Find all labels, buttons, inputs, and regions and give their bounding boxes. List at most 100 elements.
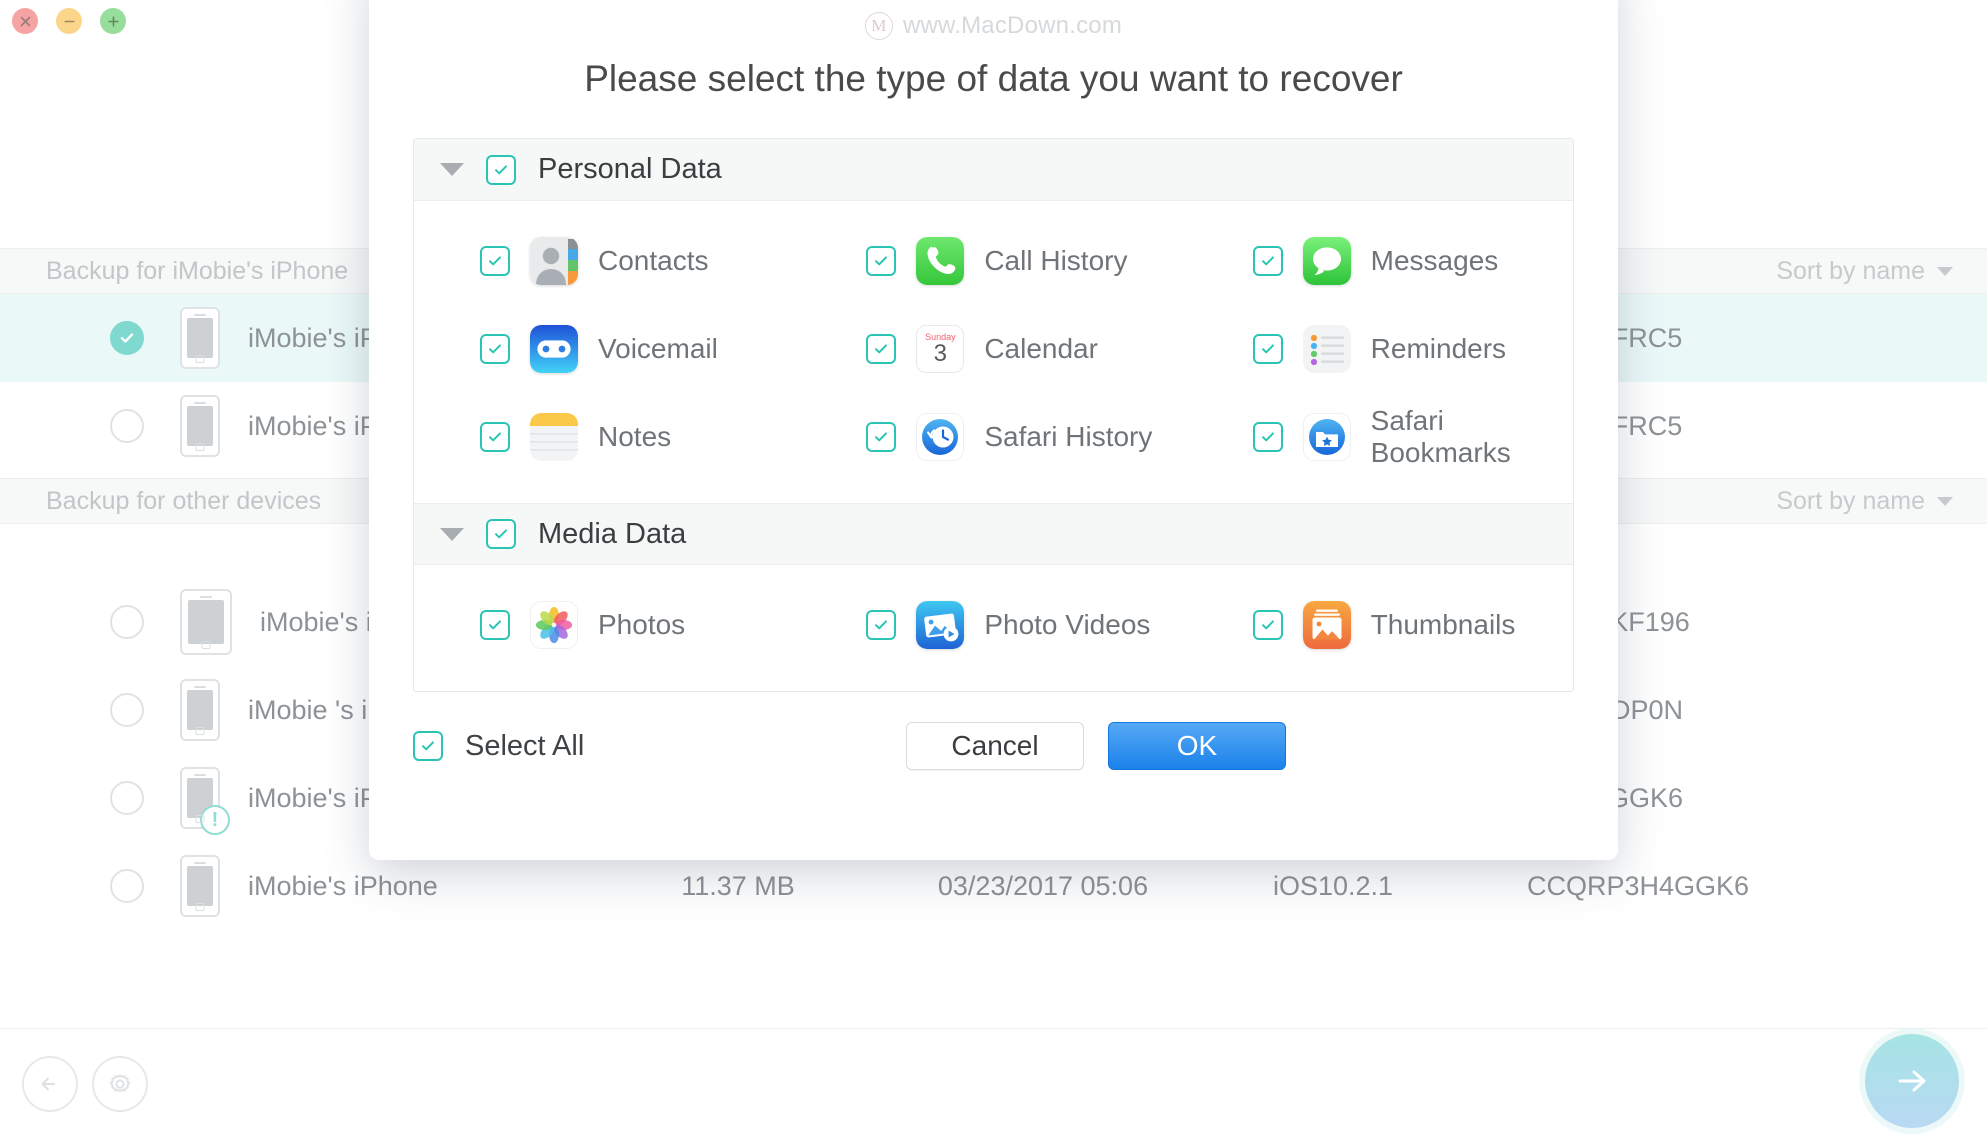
item-label: Photo Videos (984, 609, 1151, 640)
calendar-day: 3 (933, 340, 947, 367)
checkbox-contacts[interactable] (480, 246, 510, 276)
recover-data-type-dialog: M www.MacDown.com Please select the type… (369, 0, 1618, 860)
backup-date: 03/23/2017 05:06 (937, 870, 1149, 901)
group-title: Backup for iMobie's iPhone (46, 256, 349, 285)
calendar-icon: Sunday 3 (916, 325, 965, 373)
checkbox-messages[interactable] (1252, 246, 1283, 276)
row-select-radio[interactable] (110, 693, 144, 727)
item-label: Thumbnails (1370, 609, 1516, 640)
item-label: Call History (984, 245, 1128, 276)
checkbox-notes[interactable] (480, 422, 510, 452)
section-header-personal-data[interactable]: Personal Data (414, 139, 1573, 201)
row-select-radio[interactable] (110, 781, 144, 815)
warning-badge-icon: ! (200, 805, 230, 835)
section-header-media-data[interactable]: Media Data (414, 503, 1573, 565)
item-reminders[interactable]: Reminders (1187, 305, 1573, 393)
item-label: Contacts (598, 245, 709, 276)
checkbox-call-history[interactable] (866, 246, 897, 276)
ipad-icon (180, 589, 232, 655)
section-checkbox-media-data[interactable] (486, 519, 516, 549)
macdown-logo-icon: M (864, 12, 893, 40)
app-window: Backup for iMobie's iPhone Sort by name … (0, 0, 1987, 1148)
row-select-radio[interactable] (110, 869, 144, 903)
item-contacts[interactable]: Contacts (414, 217, 800, 305)
item-call-history[interactable]: Call History (800, 217, 1186, 305)
checkbox-photos[interactable] (480, 610, 510, 640)
section-checkbox-personal-data[interactable] (486, 154, 516, 185)
backup-size: 11.37 MB (681, 870, 795, 901)
maximize-icon[interactable] (100, 8, 126, 34)
next-button[interactable] (1865, 1034, 1959, 1128)
iphone-icon: ! (180, 767, 230, 835)
checkbox-calendar[interactable] (866, 334, 897, 364)
thumbnails-icon (1302, 601, 1351, 649)
settings-button[interactable] (92, 1056, 148, 1112)
page-title: Please select the type of data you want … (584, 58, 1403, 99)
item-label: Calendar (984, 333, 1098, 364)
ok-button[interactable]: OK (1108, 722, 1286, 770)
ios-version: iOS10.2.1 (1272, 870, 1394, 901)
triangle-down-icon[interactable] (440, 163, 464, 176)
item-label: Photos (598, 609, 686, 640)
triangle-down-icon[interactable] (440, 527, 464, 541)
footer-divider (0, 1028, 1987, 1029)
item-voicemail[interactable]: Voicemail (414, 305, 800, 393)
checkbox-photo-videos[interactable] (866, 610, 897, 640)
checkbox-thumbnails[interactable] (1252, 610, 1283, 640)
item-photo-videos[interactable]: Photo Videos (800, 581, 1186, 669)
checkbox-safari-bookmarks[interactable] (1252, 422, 1283, 452)
select-all-row[interactable]: Select All (413, 730, 584, 763)
item-calendar[interactable]: Sunday 3 Calendar (800, 305, 1186, 393)
next-arrow-icon (1898, 1070, 1926, 1092)
safari-bookmarks-icon (1302, 413, 1351, 461)
row-select-radio[interactable] (110, 409, 144, 443)
item-safari-history[interactable]: Safari History (800, 393, 1186, 481)
call-history-icon (916, 237, 965, 285)
contacts-icon (530, 237, 578, 285)
checkbox-voicemail[interactable] (480, 334, 510, 364)
personal-data-grid: Contacts Call History Messages Voicemail… (414, 201, 1573, 503)
dialog-buttons: Cancel OK (906, 722, 1286, 770)
back-arrow-icon (41, 1077, 56, 1091)
sort-label: Sort by name (1776, 486, 1925, 515)
item-label: Safari Bookmarks (1370, 405, 1511, 468)
sort-by-name-dropdown[interactable]: Sort by name (1776, 487, 1953, 516)
row-select-radio[interactable] (110, 605, 144, 639)
chevron-down-icon (1937, 266, 1953, 276)
item-photos[interactable]: Photos (414, 581, 800, 669)
item-label: Messages (1370, 245, 1499, 276)
minimize-icon[interactable] (56, 8, 82, 34)
device-name: iMobie's iPhone (248, 870, 438, 901)
sort-by-name-dropdown[interactable]: Sort by name (1776, 257, 1953, 286)
row-select-radio[interactable] (110, 321, 144, 355)
chevron-down-icon (1937, 496, 1953, 506)
sort-label: Sort by name (1776, 256, 1925, 285)
item-messages[interactable]: Messages (1187, 217, 1573, 305)
safari-history-icon (916, 413, 965, 461)
reminders-icon (1302, 325, 1351, 373)
item-thumbnails[interactable]: Thumbnails (1187, 581, 1573, 669)
iphone-icon (180, 307, 220, 369)
item-safari-bookmarks[interactable]: Safari Bookmarks (1187, 393, 1573, 481)
checkbox-select-all[interactable] (413, 731, 443, 761)
messages-icon (1302, 237, 1351, 285)
iphone-icon (180, 855, 220, 917)
checkbox-safari-history[interactable] (866, 422, 897, 452)
item-label: Reminders (1370, 333, 1507, 364)
gear-icon (109, 1074, 131, 1093)
cancel-button[interactable]: Cancel (906, 722, 1084, 770)
close-icon[interactable] (12, 8, 38, 34)
item-label: Safari History (984, 421, 1153, 452)
watermark-text: www.MacDown.com (902, 12, 1123, 39)
data-type-panel: Personal Data Contacts Call History Mess… (413, 138, 1574, 692)
item-notes[interactable]: Notes (414, 393, 800, 481)
checkbox-reminders[interactable] (1252, 334, 1283, 364)
iphone-icon (180, 395, 220, 457)
media-data-grid: Photos Photo Videos Thumbnails (414, 565, 1573, 691)
photos-icon (530, 601, 578, 649)
section-title: Media Data (538, 517, 687, 550)
back-button[interactable] (22, 1056, 78, 1112)
voicemail-icon (530, 325, 578, 373)
window-traffic-lights (12, 8, 126, 34)
iphone-icon (180, 679, 220, 741)
